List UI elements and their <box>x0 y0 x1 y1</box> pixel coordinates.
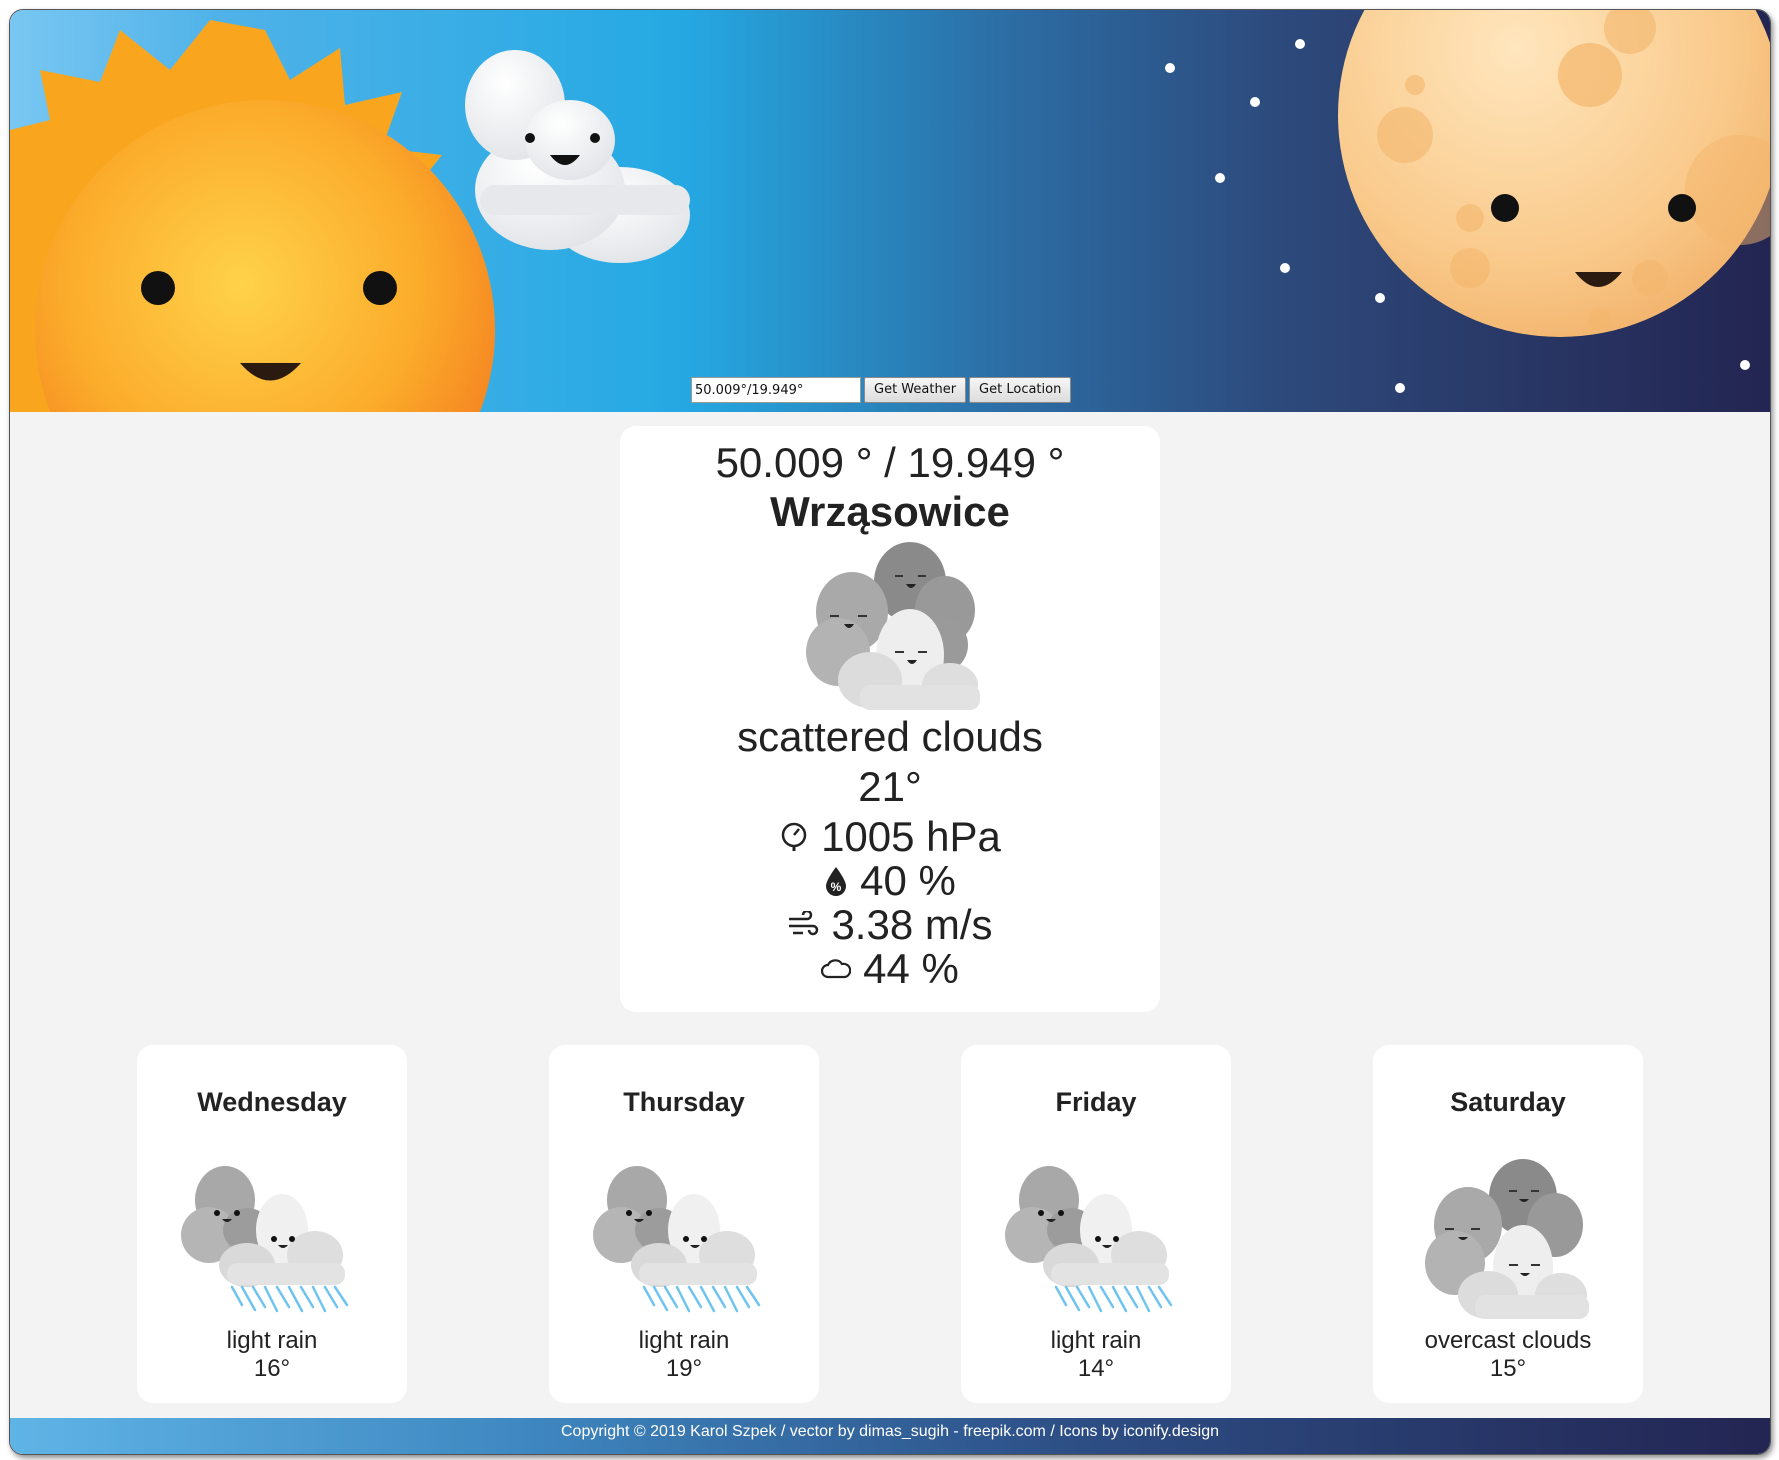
coordinates-input[interactable] <box>691 377 861 403</box>
pressure-row: 1005 hPa <box>620 814 1160 860</box>
wind-row: 3.38 m/s <box>620 902 1160 948</box>
moon-icon <box>1338 10 1770 337</box>
header-banner: Get Weather Get Location <box>10 10 1770 412</box>
get-weather-button[interactable]: Get Weather <box>864 377 967 403</box>
forecast-temperature: 19° <box>665 1355 703 1382</box>
cloudy-faces-icon <box>806 542 980 710</box>
sky-illustration <box>10 10 1770 412</box>
forecast-description: overcast clouds <box>1424 1327 1592 1354</box>
current-weather-card: 50.009 ° / 19.949 ° Wrząsowice scattered… <box>620 426 1160 1012</box>
forecast-day: Friday <box>1055 1087 1137 1117</box>
cloudiness-value: 44 % <box>863 945 959 992</box>
forecast-temperature: 16° <box>253 1355 291 1382</box>
forecast-description: light rain <box>638 1327 730 1354</box>
sun-icon <box>10 20 495 412</box>
coordinates-display: 50.009 ° / 19.949 ° <box>715 439 1065 486</box>
forecast-card: Thursday light rain 19° <box>549 1045 819 1403</box>
cloudiness-row: 44 % <box>620 946 1160 992</box>
city-name: Wrząsowice <box>770 488 1010 535</box>
forecast-card: Saturday overcast clouds 15° <box>1373 1045 1643 1403</box>
copyright-text: Copyright © 2019 Karol Szpek / vector by… <box>560 1423 1220 1440</box>
rain-cloud-icon <box>1005 1166 1173 1313</box>
forecast-day: Thursday <box>623 1087 745 1117</box>
svg-text:%: % <box>831 880 842 894</box>
overcast-cloud-icon <box>1425 1159 1589 1319</box>
weather-description: scattered clouds <box>737 713 1043 760</box>
temperature: 21° <box>858 763 922 810</box>
rain-cloud-icon <box>181 1166 349 1313</box>
cloud-outline-icon <box>821 959 852 979</box>
pressure-value: 1005 hPa <box>821 813 1001 860</box>
day-cloud-icon <box>465 50 690 263</box>
footer: Copyright © 2019 Karol Szpek / vector by… <box>10 1418 1770 1454</box>
forecast-temperature: 15° <box>1489 1355 1527 1382</box>
humidity-drop-icon: % <box>826 867 847 896</box>
forecast-day: Wednesday <box>197 1087 347 1117</box>
rain-cloud-icon <box>593 1166 761 1313</box>
forecast-description: light rain <box>226 1327 318 1354</box>
humidity-value: 40 % <box>860 857 956 904</box>
get-location-button[interactable]: Get Location <box>969 377 1072 403</box>
wind-icon <box>789 911 819 936</box>
forecast-card: Wednesday light rain 16° <box>137 1045 407 1403</box>
forecast-card: Friday light rain 14° <box>961 1045 1231 1403</box>
search-bar: Get Weather Get Location <box>691 376 1072 404</box>
app-frame: Get Weather Get Location 50.009 ° / 19.9… <box>9 9 1771 1455</box>
humidity-row: % 40 % <box>620 858 1160 904</box>
forecast-description: light rain <box>1050 1327 1142 1354</box>
wind-value: 3.38 m/s <box>831 901 993 948</box>
forecast-temperature: 14° <box>1077 1355 1115 1382</box>
gauge-icon <box>781 822 807 851</box>
forecast-day: Saturday <box>1450 1087 1566 1117</box>
